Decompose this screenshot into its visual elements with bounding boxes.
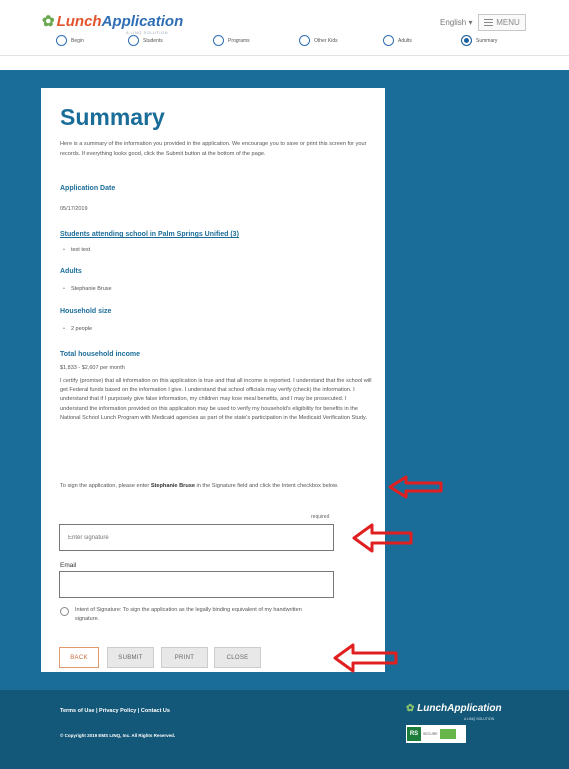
step-programs[interactable]: Programs bbox=[213, 35, 250, 46]
progress-steps: Begin Students Programs Other Kids Adult… bbox=[0, 33, 569, 53]
red-arrow-icon bbox=[388, 475, 443, 499]
list-item: 2 people bbox=[63, 326, 92, 332]
menu-button[interactable]: MENU bbox=[478, 14, 526, 31]
list-item: Stephanie Bruse bbox=[63, 286, 112, 292]
footer-links[interactable]: Terms of Use | Privacy Policy | Contact … bbox=[60, 708, 170, 714]
step-circle-icon bbox=[128, 35, 139, 46]
copyright-text: © Copyright 2019 EMS LINQ, Inc. All Righ… bbox=[60, 733, 176, 738]
students-link[interactable]: Students attending school in Palm Spring… bbox=[60, 231, 239, 238]
email-input[interactable] bbox=[59, 571, 334, 598]
required-label: required bbox=[311, 514, 330, 520]
adults-label: Adults bbox=[60, 268, 82, 275]
application-date-label: Application Date bbox=[60, 185, 116, 192]
list-item: test test bbox=[63, 247, 90, 253]
total-income-value: $1,833 - $2,607 per month bbox=[60, 365, 125, 371]
step-other-kids[interactable]: Other Kids bbox=[299, 35, 338, 46]
step-adults[interactable]: Adults bbox=[383, 35, 412, 46]
step-summary[interactable]: Summary bbox=[461, 35, 497, 46]
signature-input[interactable] bbox=[59, 524, 334, 551]
badge-seal bbox=[439, 729, 456, 739]
step-circle-icon bbox=[299, 35, 310, 46]
chevron-down-icon: ▾ bbox=[468, 18, 473, 27]
print-button[interactable]: PRINT bbox=[161, 647, 208, 668]
signer-name: Stephanie Bruse bbox=[150, 483, 195, 489]
sign-instructions: To sign the application, please enter St… bbox=[60, 483, 339, 489]
intro-text: Here is a summary of the information you… bbox=[60, 141, 367, 157]
submit-button[interactable]: SUBMIT bbox=[107, 647, 154, 668]
secure-badge-icon: RS SECURE bbox=[406, 725, 466, 743]
step-circle-icon bbox=[383, 35, 394, 46]
red-arrow-icon bbox=[352, 523, 413, 553]
footer-logo: ✿ LunchApplication bbox=[406, 703, 502, 714]
step-begin[interactable]: Begin bbox=[56, 35, 84, 46]
page-footer bbox=[0, 690, 569, 769]
step-circle-icon bbox=[213, 35, 224, 46]
back-button[interactable]: BACK bbox=[59, 647, 99, 668]
household-size-label: Household size bbox=[60, 308, 112, 315]
step-circle-icon bbox=[461, 35, 472, 46]
certification-text: I certify (promise) that all information… bbox=[60, 378, 372, 421]
footer-logo-subtitle: A LINQ SOLUTION bbox=[464, 717, 495, 721]
close-button[interactable]: CLOSE bbox=[214, 647, 261, 668]
email-label: Email bbox=[60, 562, 77, 569]
intent-label: Intent of Signature: To sign the applica… bbox=[75, 607, 302, 622]
step-circle-icon bbox=[56, 35, 67, 46]
total-income-label: Total household income bbox=[60, 351, 140, 358]
leaf-logo-icon: ✿ bbox=[406, 703, 415, 714]
lunchapplication-logo[interactable]: ✿ LunchApplication bbox=[42, 12, 183, 30]
language-select[interactable]: English ▾ bbox=[440, 18, 473, 27]
application-date-value: 05/17/2019 bbox=[60, 206, 88, 212]
page-title: Summary bbox=[60, 104, 165, 130]
intent-checkbox[interactable] bbox=[60, 607, 69, 616]
step-students[interactable]: Students bbox=[128, 35, 163, 46]
leaf-logo-icon: ✿ bbox=[42, 13, 55, 30]
red-arrow-icon bbox=[333, 643, 398, 673]
hamburger-icon bbox=[484, 19, 494, 26]
